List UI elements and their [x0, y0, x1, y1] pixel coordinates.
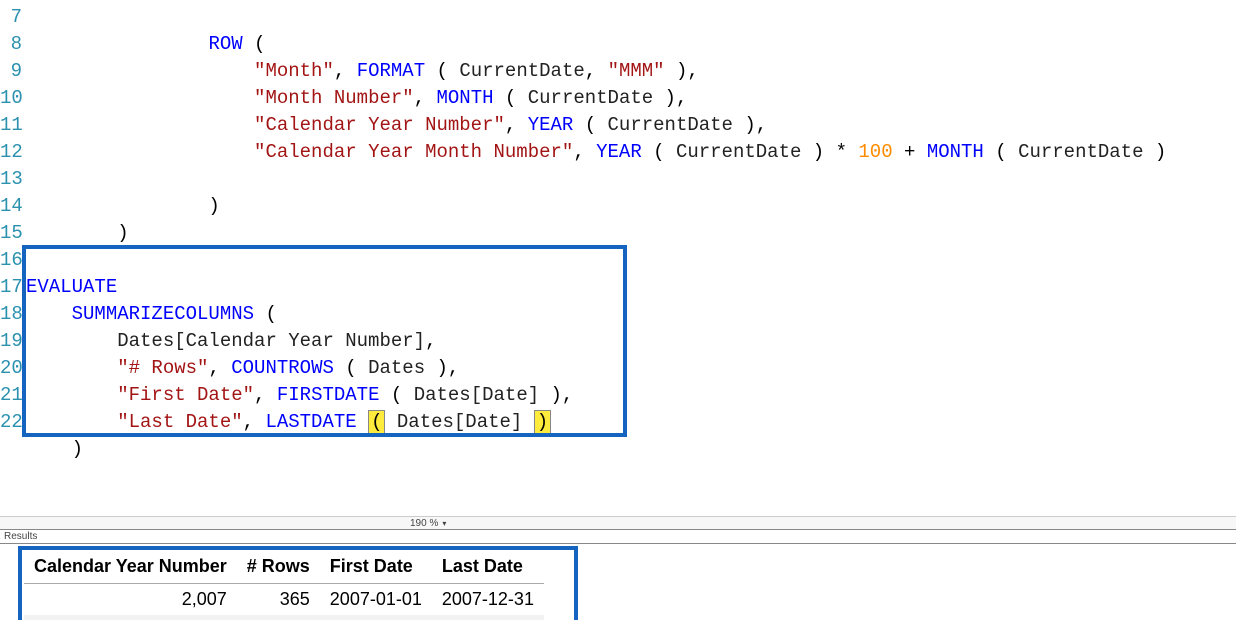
code-line: "Month", FORMAT ( CurrentDate, "MMM" ), — [26, 60, 699, 82]
table-row[interactable]: 2,008 366 2008-01-01 2008-12-31 — [24, 615, 544, 620]
code-line — [26, 168, 37, 190]
line-number: 17 — [0, 274, 22, 301]
line-number: 20 — [0, 355, 22, 382]
code-line — [26, 249, 37, 271]
code-line: "Last Date", LASTDATE ( Dates[Date] ) — [26, 410, 551, 434]
line-number: 8 — [0, 31, 22, 58]
results-table[interactable]: Calendar Year Number # Rows First Date L… — [24, 550, 544, 620]
code-line: ) — [26, 222, 129, 244]
line-number: 13 — [0, 166, 22, 193]
code-editor[interactable]: 7 8 9 10 11 12 13 14 15 16 17 18 19 20 2… — [0, 0, 1236, 516]
zoom-bar[interactable]: 190 % ▾ — [0, 516, 1236, 530]
code-line: EVALUATE — [26, 276, 117, 298]
col-first-date[interactable]: First Date — [320, 550, 432, 584]
col-last-date[interactable]: Last Date — [432, 550, 544, 584]
cell-year: 2,008 — [24, 615, 237, 620]
table-header-row: Calendar Year Number # Rows First Date L… — [24, 550, 544, 584]
cell-first: 2007-01-01 — [320, 584, 432, 616]
line-number: 12 — [0, 139, 22, 166]
col-rows[interactable]: # Rows — [237, 550, 320, 584]
cell-rows: 366 — [237, 615, 320, 620]
cell-year: 2,007 — [24, 584, 237, 616]
line-gutter: 7 8 9 10 11 12 13 14 15 16 17 18 19 20 2… — [0, 4, 26, 516]
cell-first: 2008-01-01 — [320, 615, 432, 620]
code-area[interactable]: ROW ( "Month", FORMAT ( CurrentDate, "MM… — [26, 4, 1236, 516]
zoom-dropdown-icon[interactable]: ▾ — [442, 519, 446, 528]
matched-paren-open: ( — [368, 410, 385, 434]
code-line: "# Rows", COUNTROWS ( Dates ), — [26, 357, 459, 379]
cell-rows: 365 — [237, 584, 320, 616]
results-panel-label: Results — [0, 530, 1236, 544]
code-line: ) — [26, 438, 83, 460]
line-number: 10 — [0, 85, 22, 112]
line-number: 11 — [0, 112, 22, 139]
line-number: 21 — [0, 382, 22, 409]
line-number: 19 — [0, 328, 22, 355]
line-number: 15 — [0, 220, 22, 247]
table-row[interactable]: 2,007 365 2007-01-01 2007-12-31 — [24, 584, 544, 616]
code-line: "Calendar Year Month Number", YEAR ( Cur… — [26, 141, 1166, 163]
line-number: 16 — [0, 247, 22, 274]
code-line: Dates[Calendar Year Number], — [26, 330, 436, 352]
code-line: SUMMARIZECOLUMNS ( — [26, 303, 277, 325]
line-number: 9 — [0, 58, 22, 85]
zoom-value: 190 % — [410, 518, 438, 529]
code-line: ) — [26, 195, 220, 217]
code-line: "Month Number", MONTH ( CurrentDate ), — [26, 87, 687, 109]
code-line: ROW ( — [26, 33, 265, 55]
code-line: "First Date", FIRSTDATE ( Dates[Date] ), — [26, 384, 573, 406]
code-line: "Calendar Year Number", YEAR ( CurrentDa… — [26, 114, 767, 136]
line-number: 18 — [0, 301, 22, 328]
matched-paren-close: ) — [534, 410, 551, 434]
results-panel: Calendar Year Number # Rows First Date L… — [0, 544, 1236, 620]
line-number: 22 — [0, 409, 22, 436]
cell-last: 2008-12-31 — [432, 615, 544, 620]
line-number: 14 — [0, 193, 22, 220]
col-year[interactable]: Calendar Year Number — [24, 550, 237, 584]
line-number: 7 — [0, 4, 22, 31]
cell-last: 2007-12-31 — [432, 584, 544, 616]
